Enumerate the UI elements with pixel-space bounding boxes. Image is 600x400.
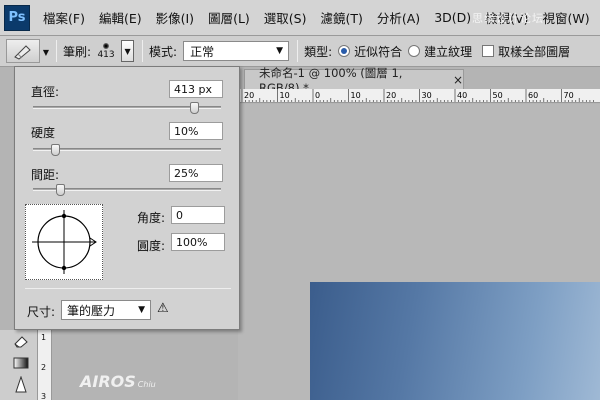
ruler-tick-label: 3 bbox=[41, 392, 47, 400]
menu-analysis[interactable]: 分析(A) bbox=[370, 8, 427, 27]
menu-file[interactable]: 檔案(F) bbox=[36, 8, 92, 27]
airos-logo-watermark: AIROS Chiu bbox=[80, 372, 156, 391]
brush-settings-panel: 直徑: 413 px 硬度 10% 間距: 25% 角度: 0 圓度: 100%… bbox=[14, 66, 240, 330]
ruler-tick-label: 10 bbox=[351, 91, 361, 100]
sample-all-layers-label: 取樣全部圖層 bbox=[498, 44, 571, 59]
type-label: 類型: bbox=[304, 44, 333, 59]
ruler-tick-label: 20 bbox=[386, 91, 396, 100]
mode-label: 模式: bbox=[149, 44, 178, 59]
menu-filter[interactable]: 濾鏡(T) bbox=[313, 8, 369, 27]
ruler-tick-label: 50 bbox=[493, 91, 503, 100]
vertical-ruler[interactable]: 1 2 3 bbox=[38, 330, 52, 400]
mode-value: 正常 bbox=[190, 44, 215, 59]
horizontal-ruler[interactable]: 20 10 0 10 20 30 40 50 60 70 bbox=[238, 89, 600, 103]
brush-preview[interactable]: 413 bbox=[93, 38, 119, 64]
panel-divider bbox=[25, 288, 231, 289]
brush-size-readout: 413 bbox=[97, 49, 115, 60]
menu-window[interactable]: 視窗(W) bbox=[535, 8, 596, 27]
ruler-tick-label: 10 bbox=[280, 91, 290, 100]
document-tab[interactable]: 未命名-1 @ 100% (圖層 1, RGB/8) * × bbox=[244, 66, 464, 95]
brush-angle-preview[interactable] bbox=[25, 204, 103, 280]
angle-label: 角度: bbox=[137, 211, 166, 225]
ruler-tick-label: 40 bbox=[457, 91, 467, 100]
size-control-value: 筆的壓力 bbox=[67, 303, 116, 318]
ruler-tick-label: 60 bbox=[528, 91, 538, 100]
hardness-label: 硬度 bbox=[31, 126, 56, 140]
warning-icon: ⚠ bbox=[157, 301, 169, 316]
size-control-select[interactable]: 筆的壓力 ▼ bbox=[61, 300, 151, 320]
menu-image[interactable]: 影像(I) bbox=[149, 8, 201, 27]
ruler-tick-label: 20 bbox=[244, 91, 254, 100]
spacing-slider-thumb[interactable] bbox=[56, 184, 66, 196]
hardness-input[interactable]: 10% bbox=[169, 122, 223, 140]
create-texture-label: 建立紋理 bbox=[424, 44, 473, 59]
brush-label: 筆刷: bbox=[63, 44, 92, 59]
spot-healing-brush-icon bbox=[14, 45, 31, 60]
size-label: 尺寸: bbox=[27, 305, 56, 319]
diameter-label: 直徑: bbox=[31, 85, 60, 99]
toolbox bbox=[0, 330, 38, 400]
close-icon[interactable]: × bbox=[453, 73, 463, 87]
brush-angle-roundness-icon bbox=[32, 210, 97, 274]
diameter-input[interactable]: 413 px bbox=[169, 80, 223, 98]
chevron-down-icon: ▼ bbox=[138, 305, 145, 315]
chevron-down-icon: ▼ bbox=[276, 46, 284, 56]
document-image[interactable] bbox=[310, 282, 600, 400]
sample-all-layers-checkbox[interactable] bbox=[482, 45, 495, 57]
chevron-down-icon: ▼ bbox=[42, 48, 49, 57]
ruler-tick-label: 30 bbox=[422, 91, 432, 100]
blur-tool-icon[interactable] bbox=[12, 376, 30, 394]
proximity-match-radio[interactable] bbox=[338, 45, 351, 57]
roundness-label: 圓度: bbox=[137, 239, 166, 253]
tool-preset-picker[interactable]: ▼ bbox=[6, 39, 49, 63]
menu-select[interactable]: 選取(S) bbox=[257, 8, 314, 27]
ruler-tick-label: 1 bbox=[41, 333, 47, 342]
diameter-slider[interactable] bbox=[33, 102, 221, 114]
ruler-tick-label: 2 bbox=[41, 363, 47, 372]
toolbar-divider bbox=[297, 40, 299, 62]
angle-input[interactable]: 0 bbox=[171, 206, 225, 224]
site-watermark: 思缘设计论坛 bbox=[472, 12, 544, 25]
spacing-label: 間距: bbox=[31, 168, 60, 182]
ruler-tick-label: 70 bbox=[564, 91, 574, 100]
proximity-match-label: 近似符合 bbox=[354, 44, 403, 59]
gradient-tool-icon[interactable] bbox=[12, 354, 30, 372]
hardness-slider[interactable] bbox=[33, 144, 221, 156]
spacing-input[interactable]: 25% bbox=[169, 164, 223, 182]
brand-sub: Chiu bbox=[137, 380, 156, 389]
menu-3d[interactable]: 3D(D) bbox=[427, 10, 478, 25]
diameter-slider-thumb[interactable] bbox=[189, 102, 199, 114]
create-texture-radio[interactable] bbox=[408, 45, 421, 57]
toolbar-divider bbox=[56, 40, 57, 62]
mode-select[interactable]: 正常 ▼ bbox=[183, 41, 290, 61]
chevron-down-icon: ▼ bbox=[124, 46, 131, 56]
roundness-input[interactable]: 100% bbox=[171, 233, 225, 251]
brush-tip-icon bbox=[103, 42, 110, 49]
menu-edit[interactable]: 編輯(E) bbox=[92, 8, 149, 27]
toolbar-divider bbox=[142, 40, 144, 62]
eraser-tool-icon[interactable] bbox=[12, 332, 30, 350]
brush-picker-button[interactable]: ▼ bbox=[121, 40, 135, 62]
spacing-slider[interactable] bbox=[33, 184, 221, 196]
ruler-ticks: 20 10 0 10 20 30 40 50 60 70 bbox=[241, 89, 594, 102]
menu-layer[interactable]: 圖層(L) bbox=[201, 8, 257, 27]
brand-name: AIROS bbox=[80, 372, 136, 391]
ruler-tick-label: 0 bbox=[315, 91, 320, 100]
hardness-slider-thumb[interactable] bbox=[50, 144, 60, 156]
photoshop-logo: Ps bbox=[4, 4, 30, 31]
options-bar: ▼ 筆刷: 413 ▼ 模式: 正常 ▼ 類型: 近似符合 建立紋理 取樣全部圖… bbox=[0, 36, 600, 67]
